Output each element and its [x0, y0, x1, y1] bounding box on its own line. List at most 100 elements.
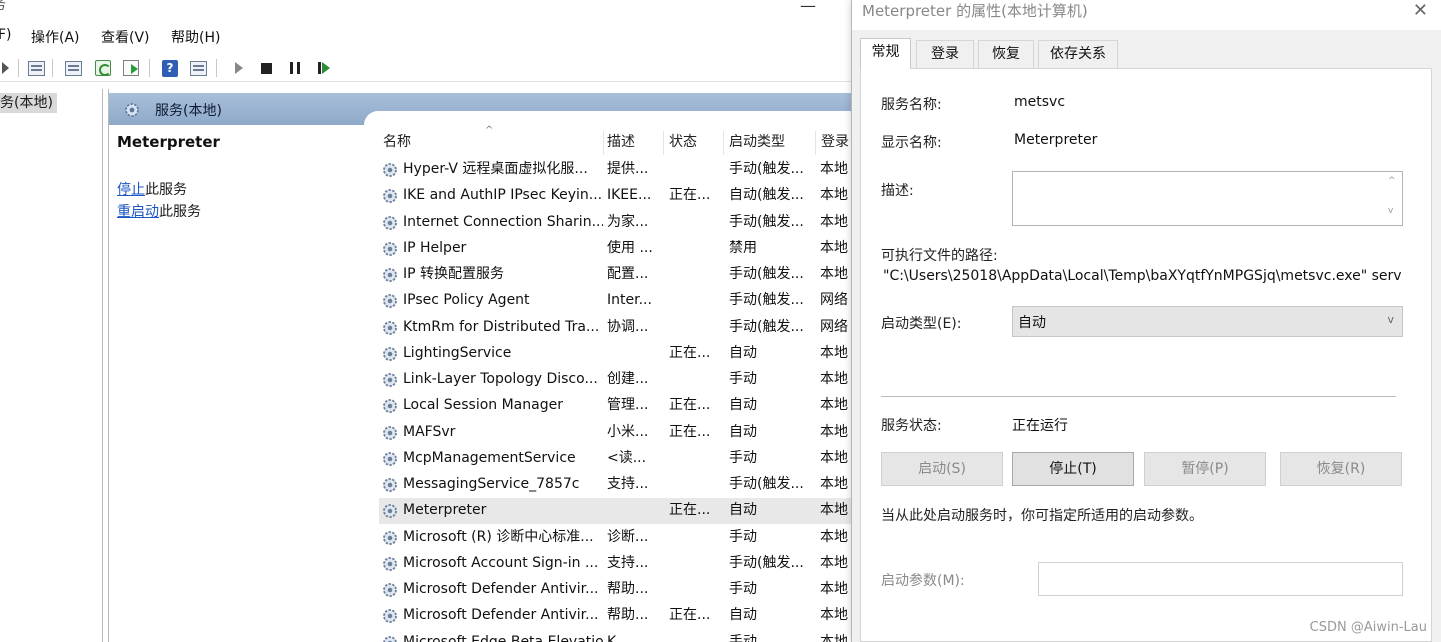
service-startup-cell: 手动(触发... — [729, 292, 804, 309]
services-gear-icon — [123, 101, 141, 119]
start-button[interactable]: 启动(S) — [881, 452, 1003, 486]
service-status-cell — [669, 446, 725, 472]
description-field[interactable]: ^ v — [1012, 171, 1403, 226]
column-divider[interactable] — [663, 131, 664, 155]
service-name-cell: Microsoft (R) 诊断中心标准... — [403, 528, 594, 545]
table-row[interactable]: Internet Connection Sharin... 为家... 手动(触发.… — [379, 210, 860, 236]
table-row[interactable]: MAFSvr 小米... 正在... 自动 本地 — [379, 420, 860, 446]
column-divider[interactable] — [603, 131, 604, 155]
table-row[interactable]: Local Session Manager 管理... 正在... 自动 本地 — [379, 393, 860, 419]
stop-service-link[interactable]: 停止 — [117, 182, 145, 198]
table-row[interactable]: IP Helper 使用 ... 禁用 本地 — [379, 236, 860, 262]
forward-button[interactable] — [0, 57, 16, 79]
table-row[interactable]: Hyper-V 远程桌面虚拟化服... 提供... 手动(触发... 本地 — [379, 157, 860, 183]
service-gear-icon — [381, 371, 399, 389]
close-icon[interactable]: ✕ — [1413, 0, 1428, 21]
menu-help[interactable]: 帮助(H) — [171, 27, 220, 47]
menu-file[interactable]: F) — [0, 27, 12, 43]
pause-service-button[interactable] — [284, 57, 306, 79]
stop-service-button[interactable] — [255, 57, 277, 79]
watermark: CSDN @Aiwin-Lau — [1309, 620, 1427, 635]
column-header-description[interactable]: 描述 — [605, 131, 635, 157]
tab-dependencies[interactable]: 依存关系 — [1038, 40, 1118, 68]
selected-service-name: Meterpreter — [117, 133, 220, 151]
refresh-button[interactable] — [92, 57, 114, 79]
show-action-pane-button[interactable] — [187, 57, 209, 79]
tab-recovery[interactable]: 恢复 — [978, 40, 1034, 68]
help-button[interactable]: ? — [159, 57, 181, 79]
service-name-cell: Internet Connection Sharin... — [403, 213, 603, 230]
service-description-cell: 支持... — [607, 476, 649, 492]
service-gear-icon — [381, 240, 399, 258]
table-row[interactable]: LightingService 正在... 自动 本地 — [379, 341, 860, 367]
table-row[interactable]: Microsoft Account Sign-in ... 支持... 手动(触发.… — [379, 551, 860, 577]
table-row[interactable]: KtmRm for Distributed Tra... 协调... 手动(触发..… — [379, 315, 860, 341]
scroll-up-icon[interactable]: ^ — [1388, 176, 1396, 186]
stop-button[interactable]: 停止(T) — [1012, 452, 1134, 486]
service-description-cell: <读... — [607, 449, 647, 466]
service-status-cell — [669, 367, 725, 393]
menu-action[interactable]: 操作(A) — [31, 27, 80, 47]
service-gear-icon — [381, 292, 399, 310]
table-row[interactable]: MessagingService_7857c 支持... 手动(触发... 本地 — [379, 472, 860, 498]
toolbar: ? — [0, 54, 860, 82]
restart-service-link[interactable]: 重启动 — [117, 204, 159, 220]
restart-icon — [318, 62, 330, 74]
table-row[interactable]: Link-Layer Topology Disco... 创建... 手动 本地 — [379, 367, 860, 393]
table-row[interactable]: IP 转换配置服务 配置... 手动(触发... 本地 — [379, 262, 860, 288]
service-startup-cell: 自动 — [729, 397, 757, 414]
start-params-label: 启动参数(M): — [881, 573, 965, 589]
menu-view[interactable]: 查看(V) — [101, 27, 150, 47]
tab-logon[interactable]: 登录 — [916, 40, 974, 68]
table-row-selected[interactable]: Meterpreter 正在... 自动 本地 — [379, 498, 860, 525]
resume-button[interactable]: 恢复(R) — [1280, 452, 1402, 486]
start-params-input[interactable] — [1038, 562, 1403, 596]
table-row[interactable]: IKE and AuthIP IPsec Keyin... IKEE... 正在..… — [379, 183, 860, 209]
start-service-button[interactable] — [228, 57, 250, 79]
table-row[interactable]: Microsoft Defender Antivir... 帮助... 手动 本地 — [379, 577, 860, 603]
service-name-cell: Local Session Manager — [403, 397, 563, 414]
dialog-tabs: 常规 登录 恢复 依存关系 — [860, 38, 1432, 69]
service-status-cell: 正在... — [669, 344, 711, 361]
description-label: 描述: — [881, 183, 914, 199]
service-description-cell: 小米... — [607, 423, 649, 440]
service-name-cell: Microsoft Account Sign-in ... — [403, 554, 599, 571]
action-pane-icon — [189, 60, 207, 76]
tab-general[interactable]: 常规 — [860, 38, 911, 69]
restart-service-button[interactable] — [313, 57, 335, 79]
service-gear-icon — [381, 607, 399, 625]
service-description-cell: 提供... — [607, 161, 649, 177]
service-startup-cell: 手动 — [729, 371, 757, 387]
refresh-icon — [95, 60, 111, 76]
service-gear-icon — [381, 345, 399, 363]
column-header-startup-type[interactable]: 启动类型 — [727, 131, 785, 157]
startup-type-select[interactable]: 自动 v — [1012, 306, 1403, 337]
export-list-button[interactable] — [120, 57, 142, 79]
pause-button[interactable]: 暂停(P) — [1144, 452, 1266, 486]
table-row[interactable]: Microsoft (R) 诊断中心标准... 诊断... 手动 本地 — [379, 525, 860, 551]
show-hide-tree-button[interactable] — [25, 57, 47, 79]
service-gear-icon — [381, 502, 399, 520]
service-description-cell: 帮助... — [607, 607, 649, 624]
table-row[interactable]: McpManagementService <读... 手动 本地 — [379, 446, 860, 472]
column-header-logon[interactable]: 登录 — [819, 131, 849, 157]
properties-button[interactable] — [62, 57, 84, 79]
column-divider[interactable] — [723, 131, 724, 155]
stop-service-action: 停止此服务 — [117, 179, 187, 199]
column-header-status[interactable]: 状态 — [667, 131, 697, 157]
divider — [881, 396, 1396, 397]
tree-item-services-local[interactable]: 务(本地) — [0, 93, 57, 113]
minimize-button[interactable]: — — [800, 0, 816, 15]
column-divider[interactable] — [815, 131, 816, 155]
scroll-down-icon[interactable]: v — [1388, 206, 1393, 216]
pause-icon — [290, 62, 300, 74]
service-description-cell: K... — [607, 633, 630, 642]
table-row[interactable]: Microsoft Edge Beta Elevation...K...手动本地 — [379, 630, 860, 642]
services-window: 务 — F) 操作(A) 查看(V) 帮助(H) ? 务(本地) — [0, 0, 860, 642]
properties-icon — [64, 60, 82, 76]
column-header-name[interactable]: 名称 — [381, 131, 411, 157]
service-name-cell: LightingService — [403, 344, 512, 361]
table-row[interactable]: IPsec Policy Agent Inter... 手动(触发... 网络 — [379, 288, 860, 314]
description-scrollbar[interactable]: ^ v — [1384, 172, 1402, 225]
table-row[interactable]: Microsoft Defender Antivir... 帮助... 正在... 自… — [379, 603, 860, 629]
